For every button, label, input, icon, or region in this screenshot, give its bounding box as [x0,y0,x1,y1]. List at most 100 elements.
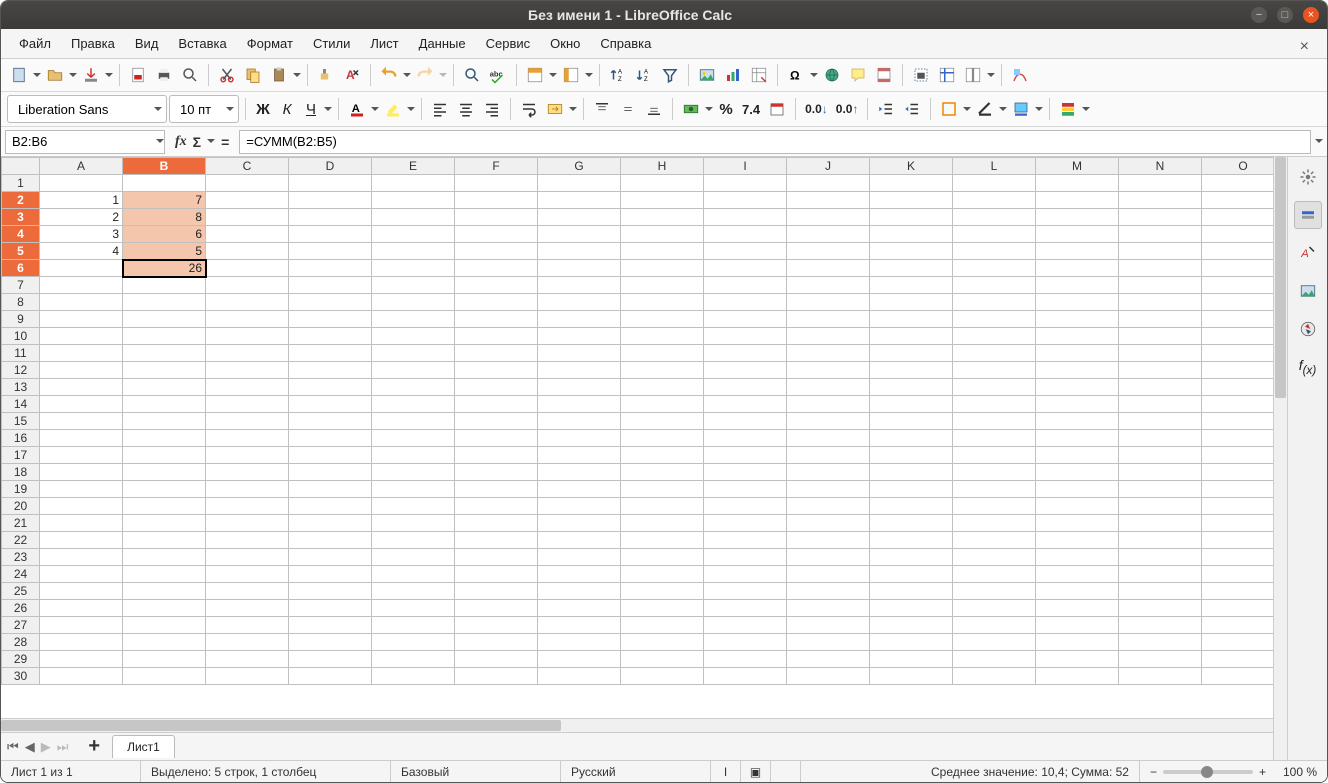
cell-H16[interactable] [621,430,704,447]
cell-B26[interactable] [123,600,206,617]
cell-L11[interactable] [953,345,1036,362]
cell-L19[interactable] [953,481,1036,498]
cell-F3[interactable] [455,209,538,226]
cell-B2[interactable]: 7 [123,192,206,209]
column-header-I[interactable]: I [704,158,787,175]
row-header-12[interactable]: 12 [2,362,40,379]
cell-J23[interactable] [787,549,870,566]
add-sheet-button[interactable]: + [80,735,108,758]
cell-N3[interactable] [1119,209,1202,226]
cell-J5[interactable] [787,243,870,260]
cell-G22[interactable] [538,532,621,549]
cell-K3[interactable] [870,209,953,226]
row-header-23[interactable]: 23 [2,549,40,566]
cell-G11[interactable] [538,345,621,362]
cell-D24[interactable] [289,566,372,583]
export-pdf-button[interactable] [126,62,150,88]
cell-E11[interactable] [372,345,455,362]
cell-G23[interactable] [538,549,621,566]
freeze-button[interactable] [935,62,959,88]
cell-O19[interactable] [1202,481,1274,498]
special-char-dropdown[interactable] [810,70,818,81]
cell-E24[interactable] [372,566,455,583]
insert-chart-button[interactable] [721,62,745,88]
sheet-tab-1[interactable]: Лист1 [112,735,175,758]
cell-K13[interactable] [870,379,953,396]
row-header-14[interactable]: 14 [2,396,40,413]
cell-N4[interactable] [1119,226,1202,243]
merge-cells-button[interactable] [543,96,567,122]
cell-B1[interactable] [123,175,206,192]
column-header-D[interactable]: D [289,158,372,175]
cell-C18[interactable] [206,464,289,481]
borders-dropdown[interactable] [963,104,971,115]
clear-formatting-button[interactable]: A [340,62,364,88]
cell-O27[interactable] [1202,617,1274,634]
status-insert-mode[interactable]: I [711,761,741,782]
remove-decimal-button[interactable]: 0.0↑ [833,96,862,122]
row-header-29[interactable]: 29 [2,651,40,668]
sidebar-gallery-icon[interactable] [1294,277,1322,305]
cell-A25[interactable] [40,583,123,600]
zoom-in-button[interactable]: + [1259,765,1266,779]
sort-desc-button[interactable]: AZ [632,62,656,88]
cell-H19[interactable] [621,481,704,498]
cell-F6[interactable] [455,260,538,277]
cell-K21[interactable] [870,515,953,532]
cell-O15[interactable] [1202,413,1274,430]
cell-B17[interactable] [123,447,206,464]
new-button[interactable] [7,62,31,88]
cell-F12[interactable] [455,362,538,379]
sum-button[interactable]: Σ [193,134,201,150]
cell-O5[interactable] [1202,243,1274,260]
menu-format[interactable]: Формат [239,32,301,55]
font-size-dropdown[interactable] [226,104,234,115]
cell-N6[interactable] [1119,260,1202,277]
cell-D9[interactable] [289,311,372,328]
close-button[interactable]: × [1303,7,1319,23]
cell-J19[interactable] [787,481,870,498]
cell-I20[interactable] [704,498,787,515]
cell-E22[interactable] [372,532,455,549]
underline-button[interactable]: Ч [300,96,322,122]
cell-E25[interactable] [372,583,455,600]
cell-F28[interactable] [455,634,538,651]
print-button[interactable] [152,62,176,88]
cell-J29[interactable] [787,651,870,668]
row-header-2[interactable]: 2 [2,192,40,209]
align-bottom-button[interactable] [642,96,666,122]
row-header-16[interactable]: 16 [2,430,40,447]
status-language[interactable]: Русский [561,761,711,782]
cell-K18[interactable] [870,464,953,481]
cell-N12[interactable] [1119,362,1202,379]
cell-A27[interactable] [40,617,123,634]
conditional-dropdown[interactable] [1082,104,1090,115]
cell-A1[interactable] [40,175,123,192]
cell-D12[interactable] [289,362,372,379]
cell-F13[interactable] [455,379,538,396]
cell-M27[interactable] [1036,617,1119,634]
cell-K2[interactable] [870,192,953,209]
cell-C27[interactable] [206,617,289,634]
cell-H21[interactable] [621,515,704,532]
cell-L20[interactable] [953,498,1036,515]
cell-I17[interactable] [704,447,787,464]
decrease-indent-button[interactable] [900,96,924,122]
cell-A7[interactable] [40,277,123,294]
cell-C22[interactable] [206,532,289,549]
cell-N25[interactable] [1119,583,1202,600]
cell-N14[interactable] [1119,396,1202,413]
cell-E21[interactable] [372,515,455,532]
cell-M24[interactable] [1036,566,1119,583]
cell-J16[interactable] [787,430,870,447]
cell-N22[interactable] [1119,532,1202,549]
add-decimal-button[interactable]: 0.0↓ [802,96,831,122]
font-size-combo[interactable] [169,95,239,123]
cell-A9[interactable] [40,311,123,328]
cell-A3[interactable]: 2 [40,209,123,226]
cell-O26[interactable] [1202,600,1274,617]
cell-E8[interactable] [372,294,455,311]
cell-G3[interactable] [538,209,621,226]
cell-A13[interactable] [40,379,123,396]
align-center-button[interactable] [454,96,478,122]
